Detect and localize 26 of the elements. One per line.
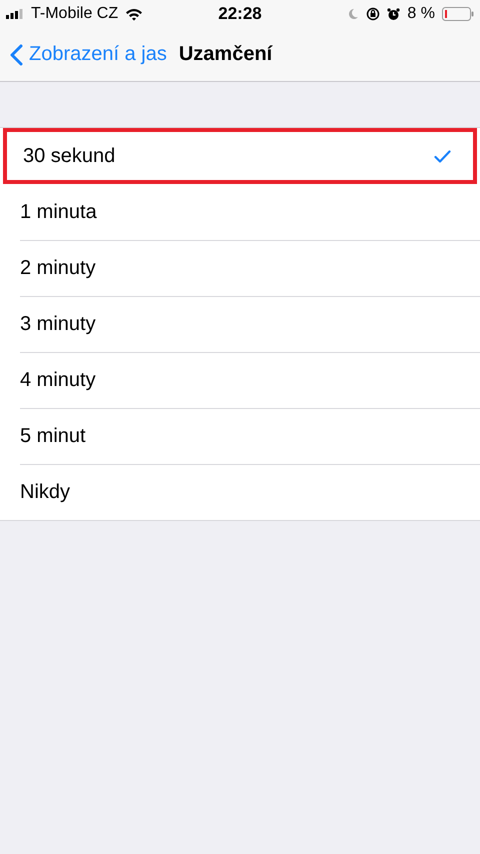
wifi-icon [125,8,144,20]
option-label: 30 sekund [23,144,116,168]
chevron-left-icon [10,44,23,66]
alarm-icon [387,8,400,20]
option-row[interactable]: 1 minuta [0,184,480,240]
option-row[interactable]: Nikdy [0,464,480,520]
option-label: 1 minuta [20,200,97,224]
option-label: 3 minuty [20,312,96,336]
option-row[interactable]: 4 minuty [0,352,480,408]
option-label: 4 minuty [20,368,96,392]
option-row[interactable]: 3 minuty [0,296,480,352]
checkmark-icon [434,150,451,162]
option-row[interactable]: 5 minut [0,408,480,464]
option-label: 5 minut [20,424,86,448]
option-row[interactable]: 30 sekund [3,128,477,184]
battery-icon [442,7,474,21]
rotation-lock-icon [366,7,380,21]
page-title: Uzamčení [178,43,272,66]
option-row[interactable]: 2 minuty [0,240,480,296]
battery-percentage: 8 % [407,5,435,23]
option-label: 2 minuty [20,256,96,280]
carrier-name: T-Mobile CZ [31,5,118,23]
signal-icon [6,9,24,19]
moon-icon [347,8,360,20]
clock-time: 22:28 [217,4,263,24]
option-label: Nikdy [20,480,70,504]
